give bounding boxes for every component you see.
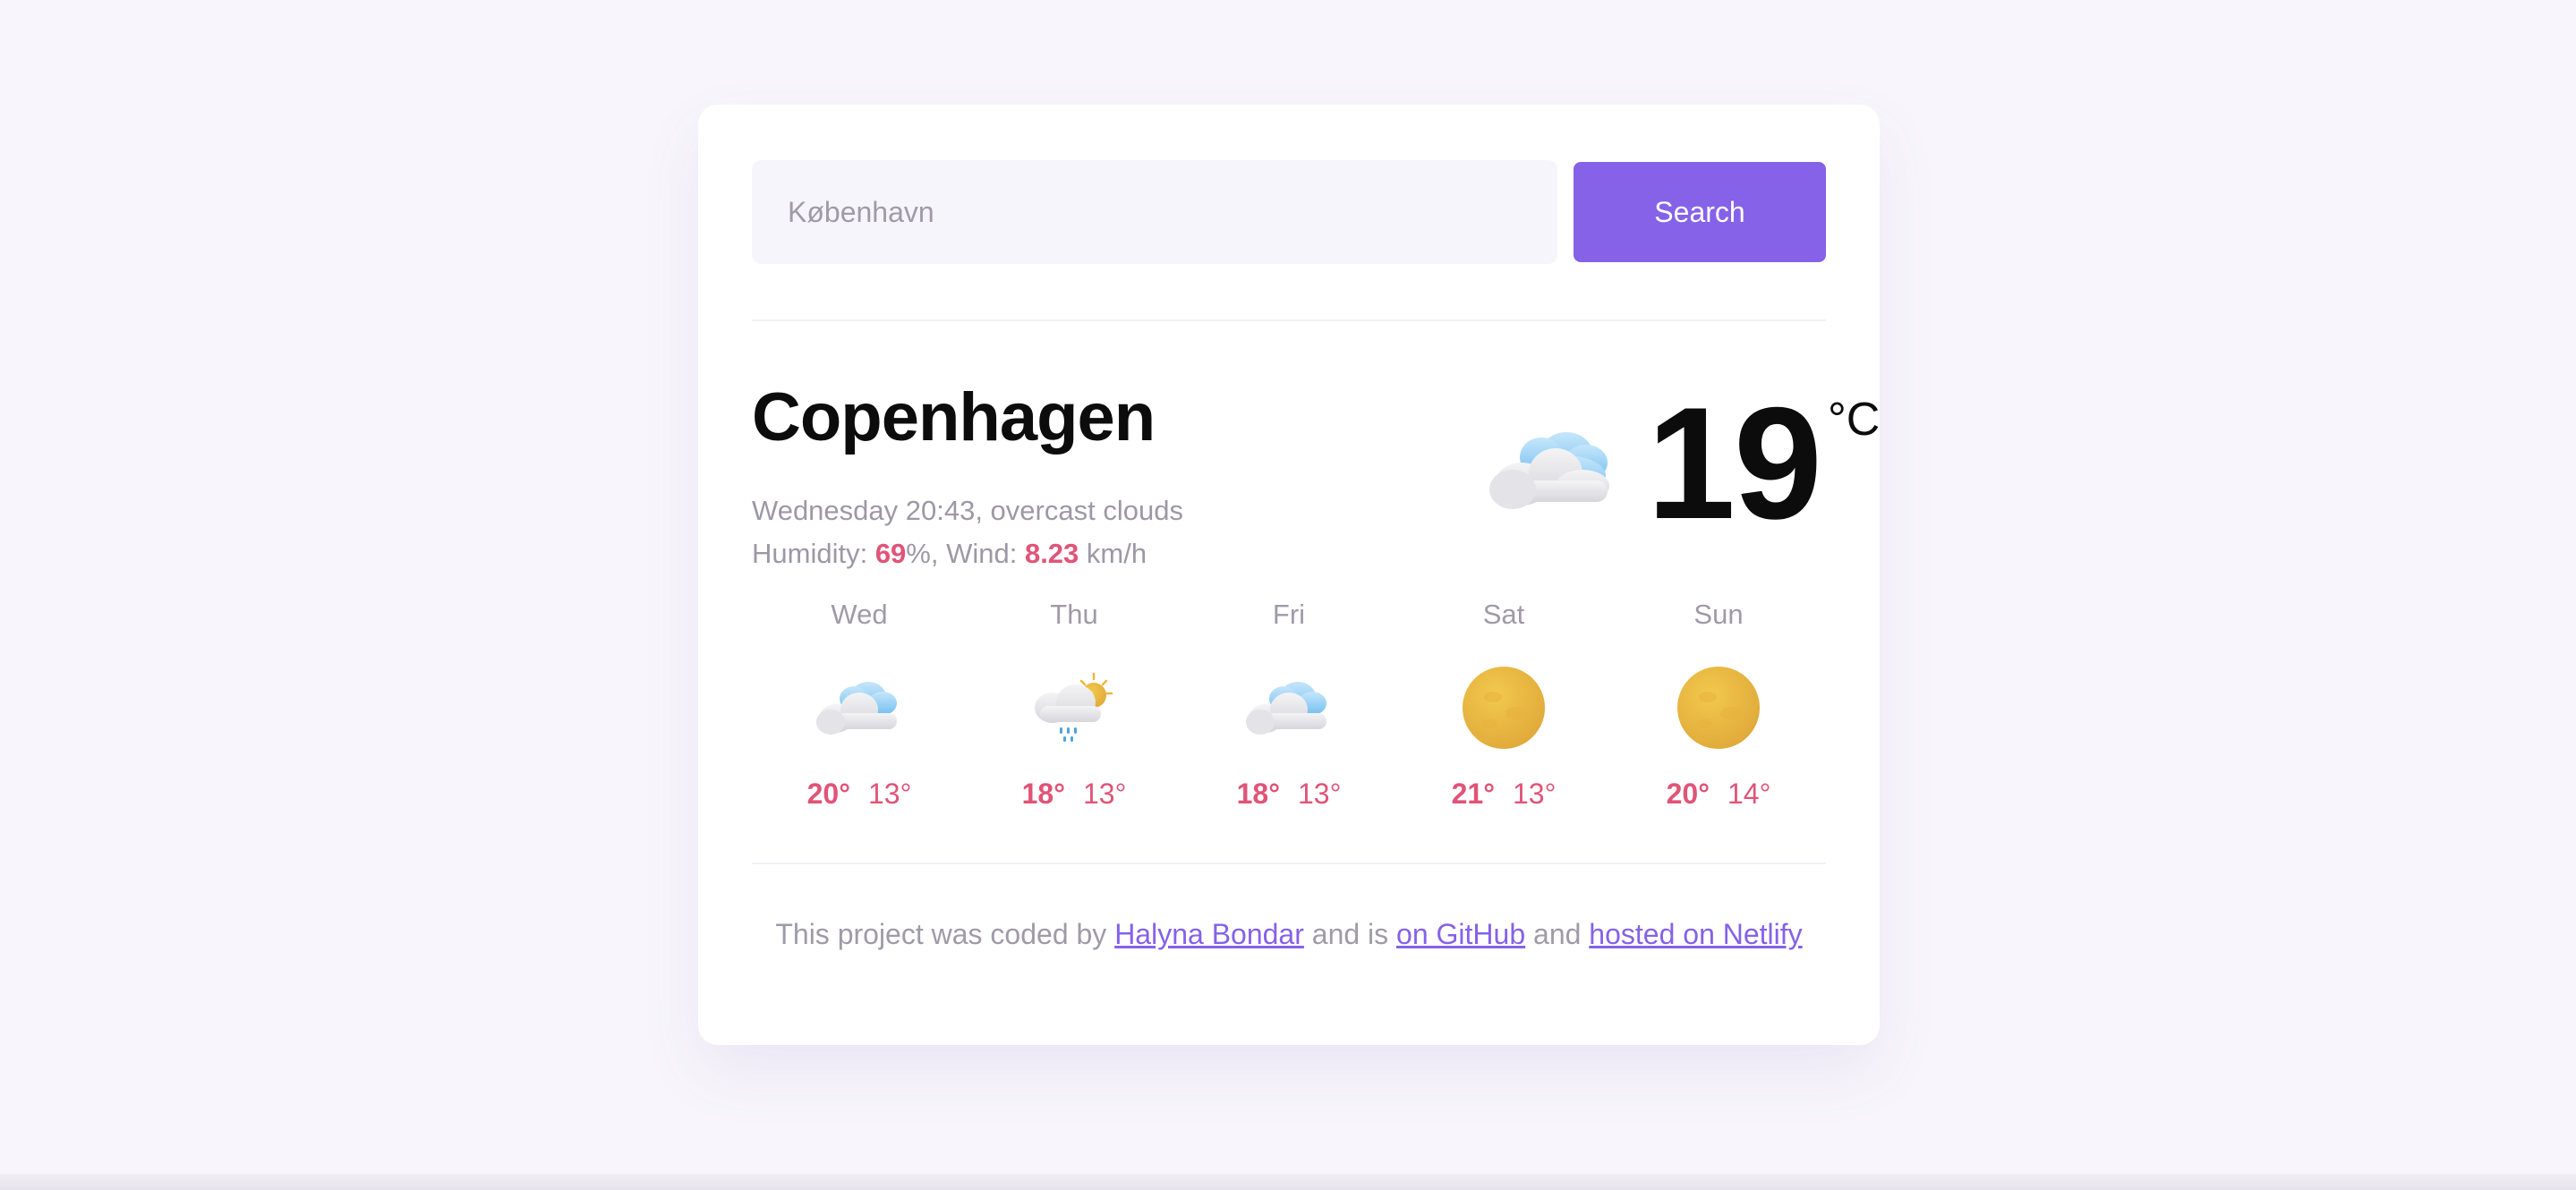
city-search-input[interactable]: [752, 160, 1557, 264]
author-link[interactable]: Halyna Bondar: [1114, 918, 1304, 950]
forecast-temps: 20° 14°: [1667, 778, 1771, 811]
search-form: Search: [752, 160, 1826, 264]
forecast-day-name: Sat: [1482, 599, 1525, 630]
forecast-day: Fri 18° 13°: [1181, 599, 1396, 863]
forecast-min: 13°: [1083, 778, 1127, 810]
forecast-day-name: Thu: [1050, 599, 1098, 630]
humidity-wind: Humidity: 69%, Wind: 8.23 km/h: [752, 532, 1183, 575]
wind-value: 8.23: [1024, 538, 1079, 569]
sun-icon: [1463, 667, 1545, 749]
city-name: Copenhagen: [752, 379, 1156, 455]
forecast-temps: 20° 13°: [807, 778, 912, 811]
forecast: Wed 20° 13° Thu 18° 13° Fri 18° 13° Sat …: [752, 572, 1826, 863]
forecast-min: 13°: [1298, 778, 1342, 810]
current-weather: Copenhagen Wednesday 20:43, overcast clo…: [752, 321, 1880, 575]
wind-unit: km/h: [1079, 538, 1147, 569]
forecast-temps: 18° 13°: [1237, 778, 1342, 811]
footer: This project was coded by Halyna Bondar …: [752, 918, 1826, 951]
humidity-value: 69: [874, 538, 907, 569]
weather-details: Wednesday 20:43, overcast clouds Humidit…: [752, 489, 1183, 575]
overcast-clouds-icon: [1246, 682, 1326, 735]
divider: [752, 863, 1826, 864]
forecast-temps: 21° 13°: [1452, 778, 1557, 811]
forecast-min: 14°: [1727, 778, 1771, 810]
footer-text: This project was coded by: [775, 918, 1115, 950]
overcast-clouds-icon: [816, 682, 897, 735]
forecast-max: 20°: [1666, 778, 1710, 810]
forecast-day-name: Fri: [1272, 599, 1306, 630]
github-link[interactable]: on GitHub: [1396, 918, 1525, 950]
footer-text: and is: [1303, 918, 1397, 950]
netlify-link[interactable]: hosted on Netlify: [1589, 918, 1802, 950]
search-button[interactable]: Search: [1574, 162, 1826, 262]
current-temperature: 19: [1647, 374, 1822, 552]
forecast-min: 13°: [1513, 778, 1557, 810]
forecast-max: 18°: [1236, 778, 1280, 810]
humidity-unit: %, Wind:: [906, 538, 1025, 569]
forecast-day: Sat 21° 13°: [1396, 599, 1611, 863]
forecast-day: Sun 20° 14°: [1611, 599, 1826, 863]
forecast-day-name: Sun: [1693, 599, 1744, 630]
overcast-clouds-icon: [1489, 432, 1609, 509]
sun-icon: [1677, 667, 1760, 749]
forecast-max: 20°: [806, 778, 850, 810]
date-description: Wednesday 20:43, overcast clouds: [752, 495, 1183, 526]
weather-card: Search Copenhagen Wednesday 20:43, overc…: [698, 105, 1880, 1045]
forecast-temps: 18° 13°: [1022, 778, 1127, 811]
forecast-min: 13°: [868, 778, 912, 810]
humidity-label: Humidity:: [752, 538, 875, 569]
footer-text: and: [1525, 918, 1590, 950]
forecast-max: 18°: [1021, 778, 1065, 810]
temperature-unit: °C: [1828, 394, 1881, 446]
forecast-day: Wed 20° 13°: [752, 599, 967, 863]
forecast-max: 21°: [1451, 778, 1495, 810]
forecast-day-name: Wed: [831, 599, 888, 630]
rain-sun-cloud-icon: [1035, 672, 1113, 742]
bottom-edge: [0, 1174, 2576, 1190]
forecast-day: Thu 18° 13°: [967, 599, 1181, 863]
